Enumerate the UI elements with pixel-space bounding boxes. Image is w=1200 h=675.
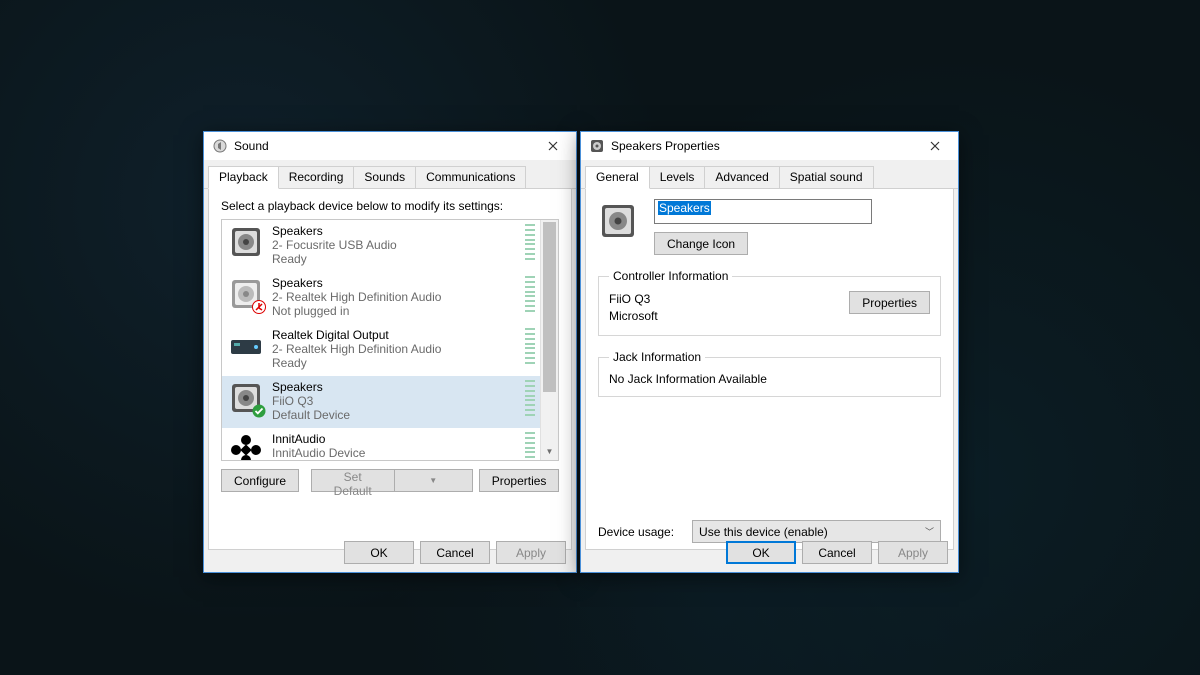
titlebar[interactable]: Sound xyxy=(204,132,576,160)
configure-button[interactable]: Configure xyxy=(221,469,299,492)
tab-general[interactable]: General xyxy=(585,166,650,189)
sound-dialog: Sound Playback Recording Sounds Communic… xyxy=(203,131,577,573)
close-button[interactable] xyxy=(914,132,956,160)
scroll-thumb[interactable] xyxy=(543,222,556,392)
window-title: Sound xyxy=(234,139,532,153)
device-name: Realtek Digital Output xyxy=(272,328,521,342)
device-status: Ready xyxy=(272,252,521,266)
device-status: Default Device xyxy=(272,408,521,422)
device-sub: InnitAudio Device xyxy=(272,446,521,460)
device-status: Ready xyxy=(272,356,521,370)
tab-communications[interactable]: Communications xyxy=(415,166,526,188)
device-sub: 2- Focusrite USB Audio xyxy=(272,238,521,252)
device-item[interactable]: Speakers FiiO Q3 Default Device xyxy=(222,376,541,428)
controller-properties-button[interactable]: Properties xyxy=(849,291,930,314)
device-name: InnitAudio xyxy=(272,432,521,446)
level-meter xyxy=(525,380,535,416)
tab-strip: General Levels Advanced Spatial sound xyxy=(581,164,958,189)
device-list[interactable]: Speakers 2- Focusrite USB Audio Ready xyxy=(221,219,559,461)
unplugged-badge-icon xyxy=(252,300,266,314)
device-sub: 2- Realtek High Definition Audio xyxy=(272,290,521,304)
group-legend: Jack Information xyxy=(609,350,705,364)
ok-button[interactable]: OK xyxy=(344,541,414,564)
speakers-properties-dialog: Speakers Properties General Levels Advan… xyxy=(580,131,959,573)
device-item[interactable]: InnitAudio InnitAudio Device Ready xyxy=(222,428,541,461)
device-sub: 2- Realtek High Definition Audio xyxy=(272,342,521,356)
jack-info-text: No Jack Information Available xyxy=(609,372,930,386)
device-large-icon xyxy=(598,201,638,241)
tab-sounds[interactable]: Sounds xyxy=(353,166,416,188)
level-meter xyxy=(525,328,535,364)
window-title: Speakers Properties xyxy=(611,139,914,153)
tab-recording[interactable]: Recording xyxy=(278,166,355,188)
apply-button[interactable]: Apply xyxy=(496,541,566,564)
titlebar[interactable]: Speakers Properties xyxy=(581,132,958,160)
device-item[interactable]: Realtek Digital Output 2- Realtek High D… xyxy=(222,324,541,376)
device-item[interactable]: Speakers 2- Focusrite USB Audio Ready xyxy=(222,220,541,272)
playback-panel: Select a playback device below to modify… xyxy=(208,189,572,550)
group-legend: Controller Information xyxy=(609,269,732,283)
ok-button[interactable]: OK xyxy=(726,541,796,564)
sound-icon xyxy=(212,138,228,154)
level-meter xyxy=(525,224,535,260)
innit-icon xyxy=(228,432,264,461)
properties-button[interactable]: Properties xyxy=(479,469,559,492)
jack-information-group: Jack Information No Jack Information Ava… xyxy=(598,350,941,397)
device-usage-combo[interactable]: Use this device (enable) ﹀ xyxy=(692,520,941,543)
level-meter xyxy=(525,432,535,461)
device-sub: FiiO Q3 xyxy=(272,394,521,408)
scrollbar[interactable]: ▲ ▼ xyxy=(540,220,558,460)
device-name-input[interactable]: Speakers xyxy=(654,199,872,224)
speaker-icon xyxy=(228,276,264,312)
instruction-text: Select a playback device below to modify… xyxy=(221,199,559,213)
scroll-down-icon[interactable]: ▼ xyxy=(541,443,558,460)
device-name: Speakers xyxy=(272,276,521,290)
tab-playback[interactable]: Playback xyxy=(208,166,279,189)
controller-name: FiiO Q3 xyxy=(609,291,849,308)
default-check-icon xyxy=(252,404,266,418)
tab-levels[interactable]: Levels xyxy=(649,166,706,188)
device-usage-label: Device usage: xyxy=(598,525,674,539)
speaker-icon xyxy=(228,380,264,416)
close-button[interactable] xyxy=(532,132,574,160)
level-meter xyxy=(525,276,535,312)
apply-button[interactable]: Apply xyxy=(878,541,948,564)
device-name-value: Speakers xyxy=(658,201,711,215)
set-default-button[interactable]: Set Default xyxy=(311,469,395,492)
tab-strip: Playback Recording Sounds Communications xyxy=(204,164,576,189)
speaker-icon xyxy=(589,138,605,154)
device-status: Ready xyxy=(272,460,521,461)
chevron-down-icon: ﹀ xyxy=(925,525,934,538)
tab-advanced[interactable]: Advanced xyxy=(704,166,779,188)
device-status: Not plugged in xyxy=(272,304,521,318)
speaker-icon xyxy=(228,224,264,260)
controller-information-group: Controller Information FiiO Q3 Microsoft… xyxy=(598,269,941,336)
controller-vendor: Microsoft xyxy=(609,308,849,325)
chevron-down-icon: ▼ xyxy=(429,476,437,485)
device-usage-value: Use this device (enable) xyxy=(699,525,828,539)
cancel-button[interactable]: Cancel xyxy=(802,541,872,564)
set-default-split-button[interactable]: Set Default ▼ xyxy=(311,469,473,492)
general-panel: Speakers Change Icon Controller Informat… xyxy=(585,189,954,550)
cancel-button[interactable]: Cancel xyxy=(420,541,490,564)
receiver-icon xyxy=(228,328,264,364)
device-item[interactable]: Speakers 2- Realtek High Definition Audi… xyxy=(222,272,541,324)
tab-spatial-sound[interactable]: Spatial sound xyxy=(779,166,874,188)
set-default-dropdown[interactable]: ▼ xyxy=(395,469,473,492)
change-icon-button[interactable]: Change Icon xyxy=(654,232,748,255)
device-name: Speakers xyxy=(272,224,521,238)
device-name: Speakers xyxy=(272,380,521,394)
